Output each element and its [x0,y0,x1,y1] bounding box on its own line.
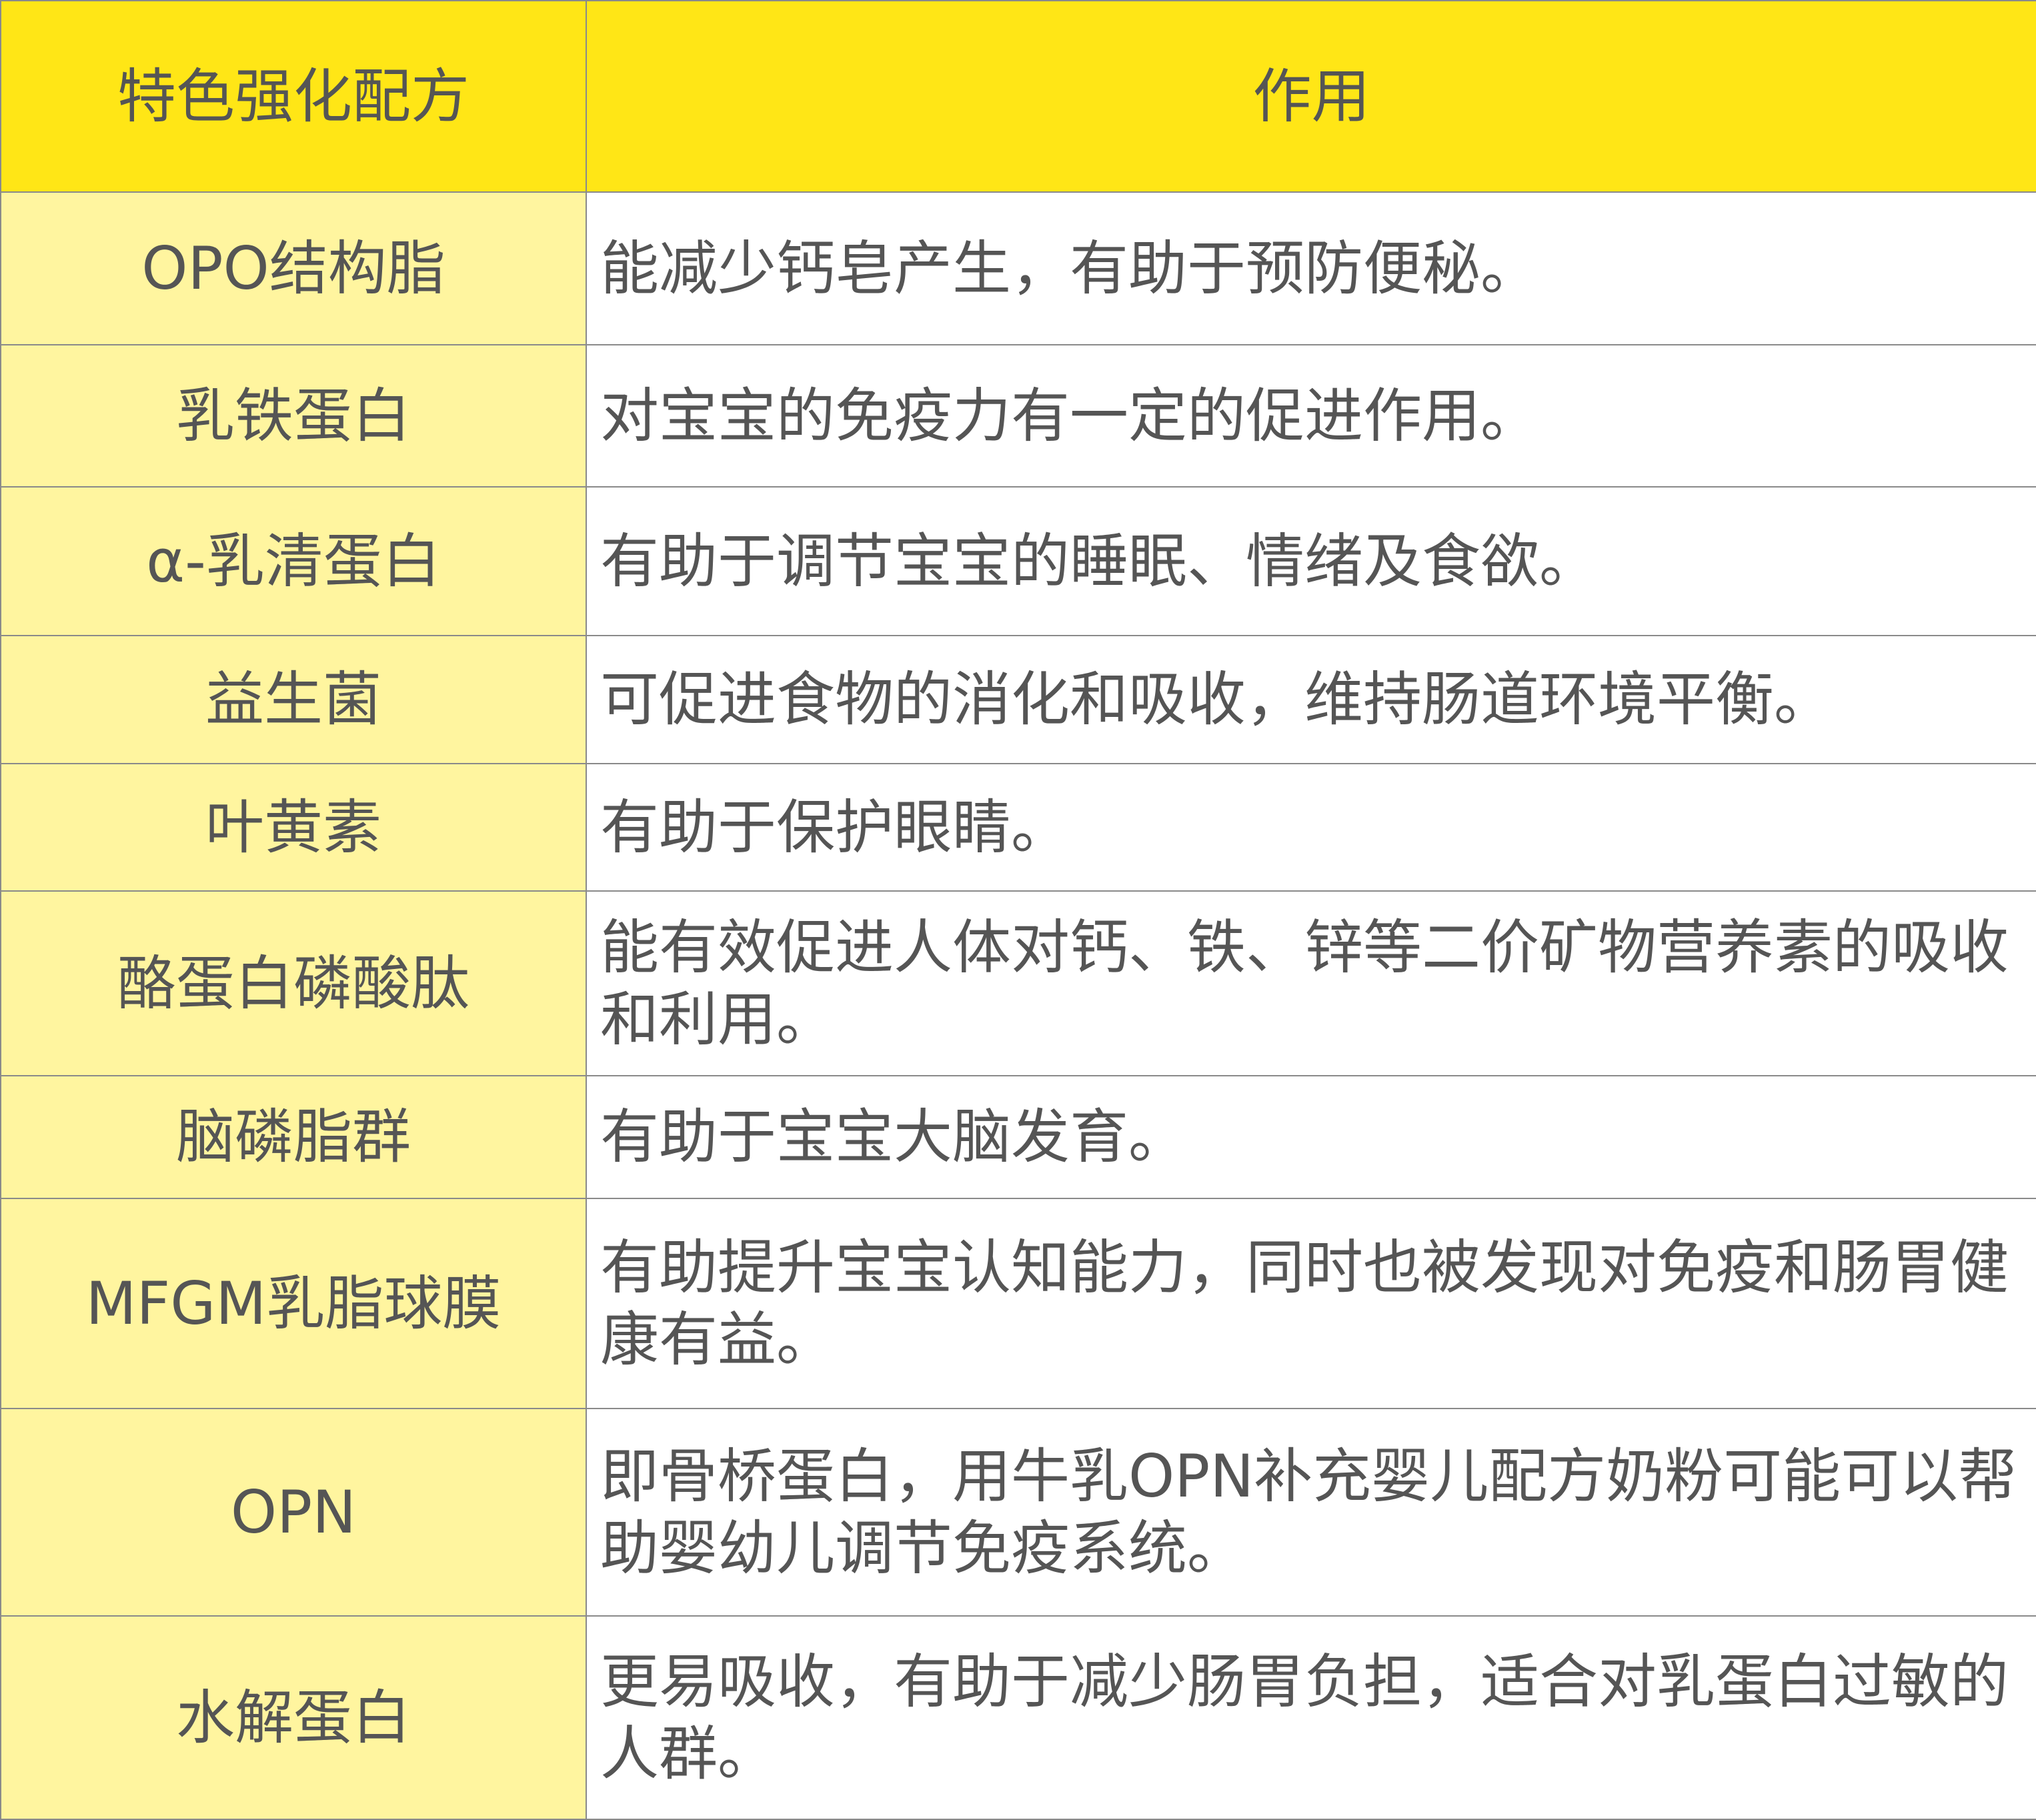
formula-name: α-乳清蛋白 [0,486,587,636]
table-row: 乳铁蛋白 对宝宝的免疫力有一定的促进作用。 [0,344,2036,488]
formula-effect: 能有效促进人体对钙、铁、锌等二价矿物营养素的吸收和利用。 [586,890,2036,1076]
formula-name: 叶黄素 [0,763,587,892]
table-row: MFGM乳脂球膜 有助提升宝宝认知能力，同时也被发现对免疫和肠胃健康有益。 [0,1198,2036,1409]
table-row: 益生菌 可促进食物的消化和吸收，维持肠道环境平衡。 [0,635,2036,764]
formula-name: 乳铁蛋白 [0,344,587,488]
formula-name: 水解蛋白 [0,1615,587,1820]
formula-effect: 可促进食物的消化和吸收，维持肠道环境平衡。 [586,635,2036,764]
header-effect: 作用 [586,0,2036,193]
table-row: 酪蛋白磷酸肽 能有效促进人体对钙、铁、锌等二价矿物营养素的吸收和利用。 [0,890,2036,1076]
formula-name: 脑磷脂群 [0,1075,587,1199]
formula-name: 酪蛋白磷酸肽 [0,890,587,1076]
table-row: 水解蛋白 更易吸收，有助于减少肠胃负担，适合对乳蛋白过敏的人群。 [0,1615,2036,1820]
formula-effect: 有助提升宝宝认知能力，同时也被发现对免疫和肠胃健康有益。 [586,1198,2036,1409]
formula-name: OPN [0,1408,587,1617]
formula-table: 特色强化配方 作用 OPO结构脂 能减少钙皂产生，有助于预防便秘。 乳铁蛋白 对… [0,0,2036,1820]
formula-effect: 更易吸收，有助于减少肠胃负担，适合对乳蛋白过敏的人群。 [586,1615,2036,1820]
formula-effect: 即骨桥蛋白，用牛乳OPN补充婴儿配方奶粉可能可以帮助婴幼儿调节免疫系统。 [586,1408,2036,1617]
table-header-row: 特色强化配方 作用 [0,0,2036,193]
formula-effect: 有助于保护眼睛。 [586,763,2036,892]
table-row: 脑磷脂群 有助于宝宝大脑发育。 [0,1075,2036,1199]
formula-effect: 有助于调节宝宝的睡眠、情绪及食欲。 [586,486,2036,636]
formula-name: MFGM乳脂球膜 [0,1198,587,1409]
table-row: 叶黄素 有助于保护眼睛。 [0,763,2036,892]
table-row: OPO结构脂 能减少钙皂产生，有助于预防便秘。 [0,191,2036,345]
formula-name: 益生菌 [0,635,587,764]
formula-effect: 能减少钙皂产生，有助于预防便秘。 [586,191,2036,345]
table-row: OPN 即骨桥蛋白，用牛乳OPN补充婴儿配方奶粉可能可以帮助婴幼儿调节免疫系统。 [0,1408,2036,1617]
formula-effect: 有助于宝宝大脑发育。 [586,1075,2036,1199]
table-row: α-乳清蛋白 有助于调节宝宝的睡眠、情绪及食欲。 [0,486,2036,636]
formula-effect: 对宝宝的免疫力有一定的促进作用。 [586,344,2036,488]
formula-name: OPO结构脂 [0,191,587,345]
header-formula: 特色强化配方 [0,0,587,193]
